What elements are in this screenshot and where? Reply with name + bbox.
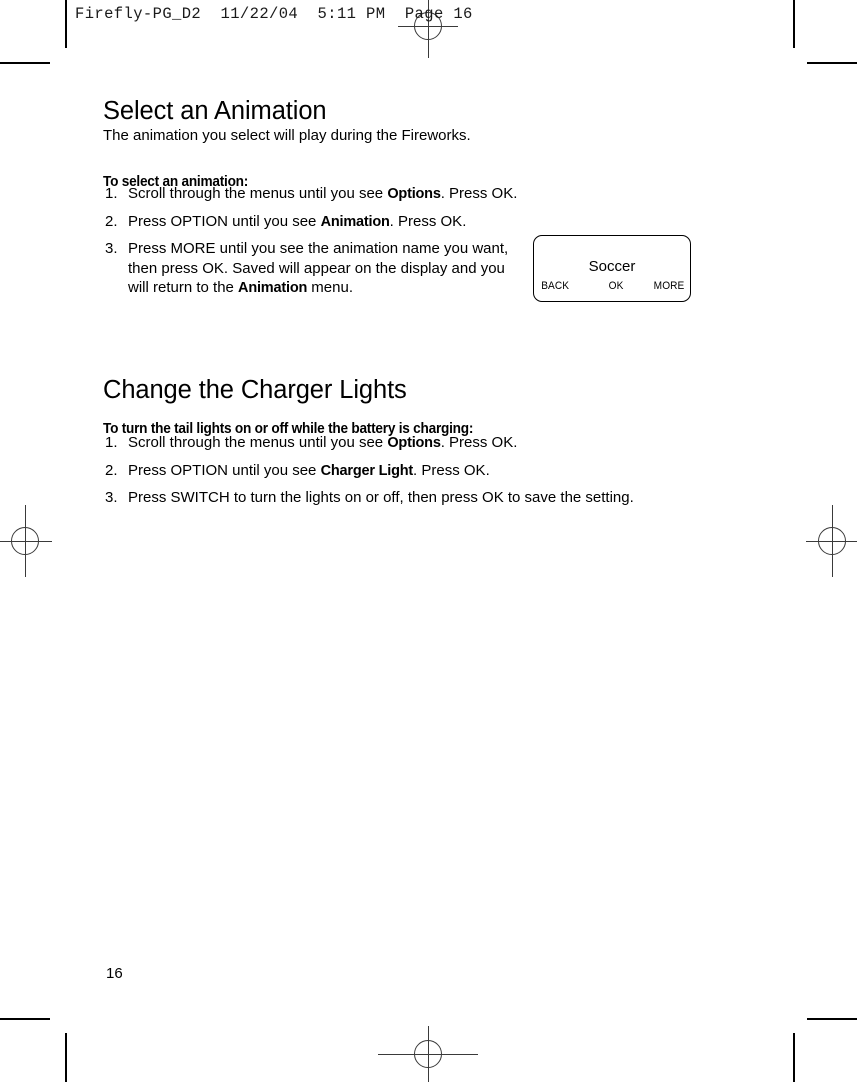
step-number: 2.: [105, 212, 118, 230]
step-number: 3.: [105, 240, 118, 257]
list-item: 2. Press OPTION until you see Animation. …: [105, 212, 525, 233]
crop-mark-top-right-horizontal: [807, 62, 857, 64]
list-item: 3. Press SWITCH to turn the lights on or …: [105, 488, 705, 509]
step-text-part: . Press OK.: [440, 434, 518, 451]
steps-list-charger-lights: 1. Scroll through the menus until you see…: [105, 433, 705, 516]
step-text-part: Press OPTION until you see: [128, 212, 321, 230]
lcd-softkey-back: BACK: [541, 280, 570, 292]
registration-mark-left-middle: [0, 505, 52, 577]
crop-mark-bottom-right-horizontal: [807, 1018, 857, 1020]
step-number: 1.: [105, 434, 118, 451]
step-text-emphasis: Options: [387, 435, 441, 451]
page-header-slug: Firefly-PG_D2 11/22/04 5:11 PM Page 16: [75, 5, 473, 23]
step-number: 3.: [105, 489, 118, 506]
crop-mark-top-left-vertical: [65, 0, 67, 48]
list-item: 1. Scroll through the menus until you see…: [105, 184, 525, 205]
crop-mark-bottom-left-vertical: [65, 1033, 67, 1082]
crop-mark-bottom-left-horizontal: [0, 1018, 50, 1020]
registration-mark-right-middle: [806, 505, 857, 577]
step-text-part: Press OPTION until you see: [128, 461, 321, 479]
lcd-screen-text: Soccer: [588, 258, 636, 275]
step-text-part: Press SWITCH to turn the lights on or of…: [128, 489, 634, 506]
crop-mark-top-right-vertical: [793, 0, 795, 48]
section-title-charger-lights: Change the Charger Lights: [103, 376, 407, 404]
step-text-emphasis: Animation: [238, 280, 308, 296]
registration-mark-bottom-center: [378, 1026, 478, 1082]
step-text-part: . Press OK.: [440, 185, 518, 202]
step-text-emphasis: Charger Light: [320, 462, 414, 479]
steps-list-select-animation: 1. Scroll through the menus until you see…: [105, 184, 525, 306]
step-text-part: Scroll through the menus until you see: [128, 185, 388, 202]
step-text-part: . Press OK.: [389, 212, 467, 230]
step-text-part: Scroll through the menus until you see: [128, 434, 388, 451]
page-number: 16: [106, 965, 123, 982]
section-title-select-animation: Select an Animation: [103, 97, 327, 125]
lcd-softkey-more: MORE: [653, 280, 684, 292]
lcd-softkey-ok: OK: [608, 280, 624, 292]
list-item: 1. Scroll through the menus until you see…: [105, 433, 705, 454]
step-number: 2.: [105, 461, 118, 479]
crop-mark-bottom-right-vertical: [793, 1033, 795, 1082]
list-item: 2. Press OPTION until you see Charger Lig…: [105, 461, 705, 482]
step-text-emphasis: Animation: [320, 213, 390, 230]
step-text-emphasis: Options: [387, 186, 441, 202]
step-text-part: menu.: [307, 279, 353, 296]
device-lcd-display: Soccer BACK OK MORE: [533, 235, 691, 302]
step-number: 1.: [105, 185, 118, 202]
crop-mark-top-left-horizontal: [0, 62, 50, 64]
lcd-softkey-row: BACK OK MORE: [534, 280, 690, 294]
step-text-part: . Press OK.: [413, 461, 490, 479]
list-item: 3. Press MORE until you see the animation…: [105, 239, 525, 299]
section-subtitle-select-animation: The animation you select will play durin…: [103, 127, 471, 144]
